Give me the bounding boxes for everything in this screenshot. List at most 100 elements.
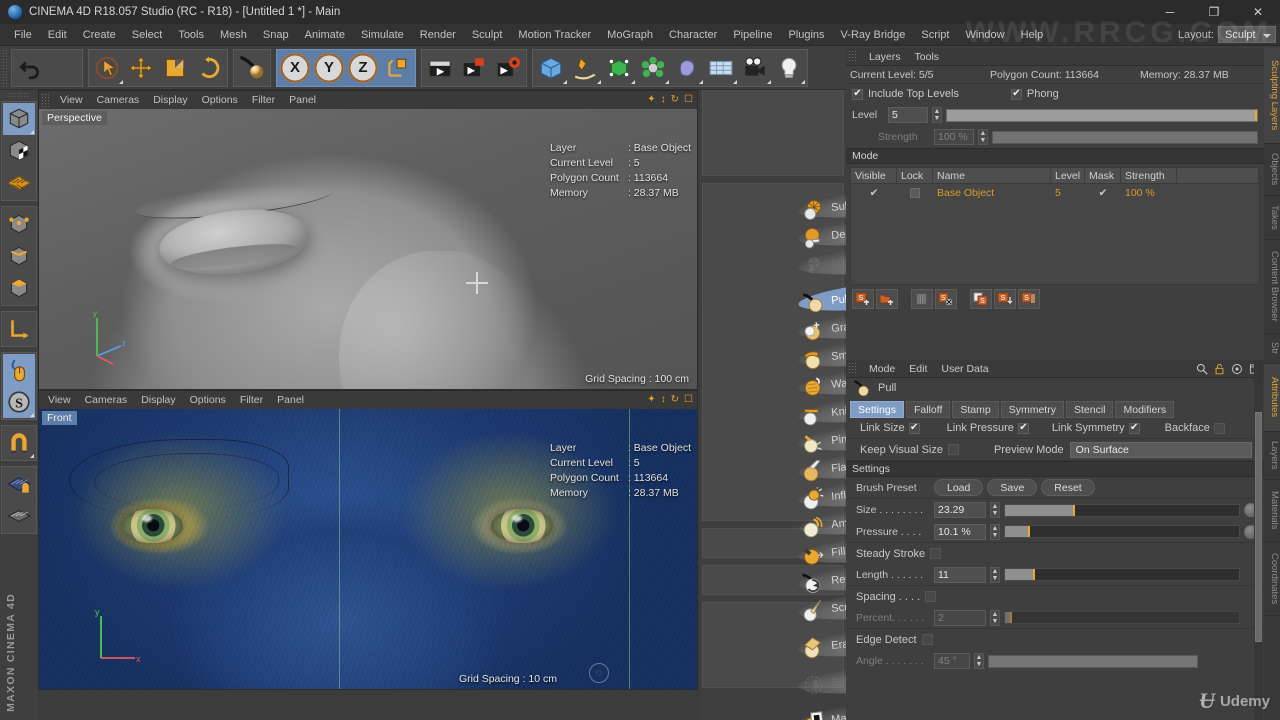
- add-layer-icon[interactable]: S: [852, 289, 874, 309]
- floor-icon[interactable]: [704, 51, 738, 85]
- tab-falloff[interactable]: Falloff: [905, 401, 951, 418]
- save-button[interactable]: Save: [987, 479, 1038, 496]
- col-name[interactable]: Name: [933, 168, 1051, 183]
- vp1-menu-cameras[interactable]: Cameras: [90, 91, 147, 109]
- menu-help[interactable]: Help: [1013, 24, 1052, 46]
- vp2-move-view-icon[interactable]: ✦: [647, 393, 655, 407]
- col-level[interactable]: Level: [1051, 168, 1085, 183]
- layer-mask-icon[interactable]: S: [935, 289, 957, 309]
- vp2-menu-view[interactable]: View: [41, 391, 78, 409]
- model-mode-icon[interactable]: [3, 103, 35, 135]
- tab-coordinates[interactable]: Coordinates: [1264, 542, 1280, 616]
- vp1-move-view-icon[interactable]: ✦: [647, 93, 655, 107]
- col-mask[interactable]: Mask: [1085, 168, 1121, 183]
- size-spinner[interactable]: ▲ ▼: [990, 502, 1000, 518]
- panel-grip-icon[interactable]: [848, 50, 857, 63]
- strength-input[interactable]: 100 %: [934, 129, 974, 145]
- axis-y-icon[interactable]: Y: [312, 51, 346, 85]
- texture-mode-icon[interactable]: [3, 135, 35, 167]
- maximize-button[interactable]: ❐: [1192, 0, 1236, 24]
- link-symmetry-checkbox[interactable]: [1128, 422, 1140, 434]
- vp1-maximize-view-icon[interactable]: ☐: [684, 93, 693, 107]
- menu-sculpt[interactable]: Sculpt: [464, 24, 511, 46]
- viewport-grip-icon[interactable]: [41, 93, 49, 107]
- brush-icon[interactable]: [235, 51, 269, 85]
- layer-flatten-icon[interactable]: S: [1018, 289, 1040, 309]
- menu-render[interactable]: Render: [412, 24, 464, 46]
- scale-icon[interactable]: [158, 51, 192, 85]
- rotate-icon[interactable]: [192, 51, 226, 85]
- vp2-menu-panel[interactable]: Panel: [270, 391, 311, 409]
- render-view-icon[interactable]: [423, 51, 457, 85]
- tab-objects[interactable]: Objects: [1264, 144, 1280, 196]
- include-top-levels-checkbox[interactable]: [852, 88, 863, 100]
- pressure-input[interactable]: 10.1 %: [934, 523, 986, 540]
- percent-spinner[interactable]: ▲ ▼: [990, 609, 1000, 626]
- col-lock[interactable]: Lock: [897, 168, 933, 183]
- phong-checkbox[interactable]: [1010, 88, 1022, 100]
- workplane-grid-icon[interactable]: [3, 500, 35, 532]
- menu-window[interactable]: Window: [957, 24, 1012, 46]
- vp2-menu-cameras[interactable]: Cameras: [78, 391, 135, 409]
- row-visible-checkbox[interactable]: ✔: [851, 184, 897, 202]
- lock-icon[interactable]: [1214, 363, 1225, 375]
- edges-mode-icon[interactable]: [3, 240, 35, 272]
- col-strength[interactable]: Strength: [1121, 168, 1177, 183]
- render-settings-icon[interactable]: [491, 51, 525, 85]
- menu-plugins[interactable]: Plugins: [780, 24, 832, 46]
- points-mode-icon[interactable]: [3, 208, 35, 240]
- angle-slider[interactable]: [988, 654, 1198, 668]
- link-size-checkbox[interactable]: [908, 422, 920, 434]
- layers-menu-layers[interactable]: Layers: [862, 48, 908, 66]
- vp2-menu-display[interactable]: Display: [134, 391, 182, 409]
- select-icon[interactable]: [90, 51, 124, 85]
- vp1-menu-panel[interactable]: Panel: [282, 91, 323, 109]
- menu-mesh[interactable]: Mesh: [212, 24, 255, 46]
- steady-stroke-checkbox[interactable]: [930, 548, 942, 559]
- target-icon[interactable]: [1231, 363, 1243, 375]
- perspective-viewport[interactable]: y z View Cameras Display Options Filter …: [38, 90, 698, 390]
- tab-symmetry[interactable]: Symmetry: [1000, 401, 1064, 418]
- tab-attributes[interactable]: Attributes: [1264, 364, 1280, 432]
- edge-detect-checkbox[interactable]: [921, 634, 933, 645]
- redo-icon[interactable]: [47, 51, 81, 85]
- size-slider[interactable]: [1004, 503, 1240, 517]
- menu-tools[interactable]: Tools: [170, 24, 212, 46]
- length-slider[interactable]: [1004, 568, 1240, 581]
- vp2-menu-options[interactable]: Options: [183, 391, 233, 409]
- nurbs-icon[interactable]: [602, 51, 636, 85]
- vp1-menu-display[interactable]: Display: [146, 91, 194, 109]
- attr-menu-user-data[interactable]: User Data: [934, 360, 995, 378]
- tab-settings[interactable]: Settings: [850, 401, 904, 418]
- vp2-scale-view-icon[interactable]: ↕: [661, 393, 666, 407]
- close-button[interactable]: ✕: [1236, 0, 1280, 24]
- layout-select[interactable]: Sculpt: [1218, 26, 1276, 43]
- load-button[interactable]: Load: [934, 479, 984, 496]
- vp2-menu-filter[interactable]: Filter: [233, 391, 270, 409]
- col-visible[interactable]: Visible: [851, 168, 897, 183]
- level-input[interactable]: 5: [888, 107, 928, 123]
- left-toolbar-grip[interactable]: [8, 92, 30, 99]
- menu-vray-bridge[interactable]: V-Ray Bridge: [833, 24, 914, 46]
- backface-checkbox[interactable]: [1213, 422, 1225, 434]
- workplane-lock-icon[interactable]: [3, 468, 35, 500]
- primitive-cube-icon[interactable]: [534, 51, 568, 85]
- spline-pen-icon[interactable]: [568, 51, 602, 85]
- vp1-rotate-view-icon[interactable]: ↻: [671, 93, 679, 107]
- attr-menu-mode[interactable]: Mode: [862, 360, 902, 378]
- tab-sculpting-layers[interactable]: Sculpting Layers: [1264, 48, 1280, 144]
- pressure-slider[interactable]: [1004, 525, 1240, 538]
- percent-slider[interactable]: [1004, 611, 1240, 624]
- light-icon[interactable]: [772, 51, 806, 85]
- spacing-checkbox[interactable]: [925, 591, 937, 602]
- axis-modify-icon[interactable]: [3, 313, 35, 345]
- level-spinner[interactable]: ▲ ▼: [932, 107, 942, 123]
- size-input[interactable]: 23.29: [934, 502, 986, 518]
- menu-character[interactable]: Character: [661, 24, 725, 46]
- vp1-menu-options[interactable]: Options: [195, 91, 245, 109]
- vp1-menu-filter[interactable]: Filter: [245, 91, 282, 109]
- menu-animate[interactable]: Animate: [297, 24, 353, 46]
- strength-slider[interactable]: [992, 130, 1258, 144]
- layer-duplicate-icon[interactable]: S: [970, 289, 992, 309]
- menu-file[interactable]: File: [6, 24, 40, 46]
